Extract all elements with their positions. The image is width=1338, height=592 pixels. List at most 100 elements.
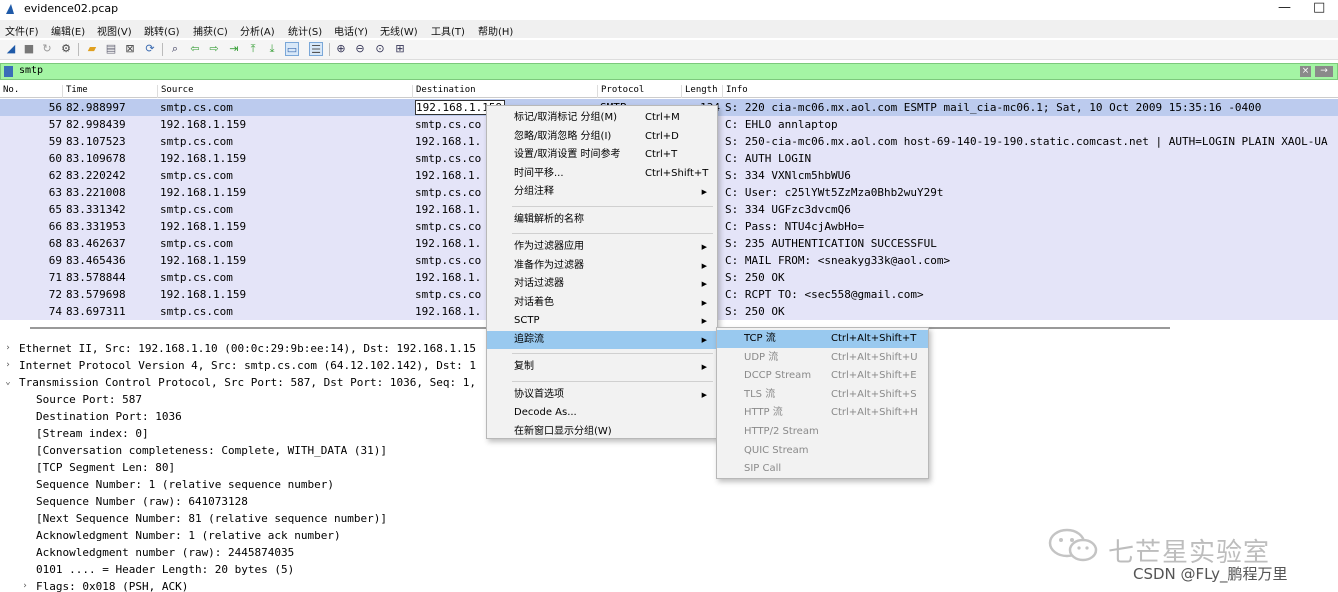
autoscroll-icon[interactable]: ▭ [285,42,299,56]
column-header-no[interactable]: No. [0,85,19,98]
detail-tree-item[interactable]: [Next Sequence Number: 81 (relative sequ… [36,510,387,527]
context-menu-item[interactable]: 追踪流 ▶ [487,330,717,349]
clear-filter-icon[interactable]: × [1300,66,1311,77]
packet-time: 82.988997 [66,101,126,114]
wireshark-logo-icon [6,4,14,14]
options-gear-icon[interactable]: ⚙ [59,42,73,56]
menu-go[interactable]: 跳转(G) [144,23,180,38]
bookmark-icon[interactable] [4,66,13,77]
menu-item-shortcut: Ctrl+Alt+Shift+S [831,388,917,400]
zoom-in-icon[interactable]: ⊕ [334,42,348,56]
context-menu-item[interactable]: 准备作为过滤器 ▶ [487,257,717,275]
maximize-button[interactable]: □ [1313,0,1325,16]
zoom-out-icon[interactable]: ⊖ [353,42,367,56]
forward-arrow-icon[interactable]: ⇨ [207,42,221,56]
stop-icon[interactable]: ■ [22,42,36,56]
context-menu-item[interactable]: 作为过滤器应用 ▶ [487,238,717,256]
context-menu-item[interactable]: 协议首选项 ▶ [487,386,717,404]
detail-tree-item[interactable]: Ethernet II, Src: 192.168.1.10 (00:0c:29… [19,340,476,357]
menu-view[interactable]: 视图(V) [97,23,132,38]
menu-wireless[interactable]: 无线(W) [380,23,418,38]
context-menu-item[interactable]: 对话过滤器 ▶ [487,275,717,293]
minimize-button[interactable]: — [1278,0,1291,16]
last-packet-icon[interactable]: ⤓ [265,42,279,56]
first-packet-icon[interactable]: ⤒ [246,42,260,56]
menu-item-label: QUIC Stream [744,444,809,456]
context-menu-item[interactable]: 编辑解析的名称 [487,211,717,229]
shark-fin-start-icon[interactable]: ◢ [4,42,18,56]
expand-right-icon[interactable]: › [3,360,13,370]
context-menu-item[interactable]: 设置/取消设置 时间参考 Ctrl+T [487,146,717,164]
column-header-destination[interactable]: Destination [412,85,476,98]
detail-tree-item[interactable]: [TCP Segment Len: 80] [36,459,175,476]
detail-tree-item[interactable]: Sequence Number (raw): 641073128 [36,493,248,510]
column-header-protocol[interactable]: Protocol [597,85,644,98]
menu-separator [512,233,713,234]
menu-item-label: 分组注释 [514,186,554,197]
packet-no: 72 [48,288,62,301]
menu-edit[interactable]: 编辑(E) [51,23,85,38]
detail-tree-item[interactable]: Acknowledgment number (raw): 2445874035 [36,544,294,561]
detail-tree-item[interactable]: Source Port: 587 [36,391,142,408]
file-icon[interactable]: ▤ [104,42,118,56]
packet-info: C: User: c25lYWt5ZzMza0Bhb2wuY29t [725,186,944,199]
context-menu-item[interactable]: 在新窗口显示分组(W) [487,423,717,441]
context-menu-item[interactable]: SCTP ▶ [487,312,717,330]
menu-help[interactable]: 帮助(H) [478,23,513,38]
detail-tree-item[interactable]: [Stream index: 0] [36,425,149,442]
menu-item-shortcut: Ctrl+T [645,149,678,160]
submenu-arrow-icon: ▶ [701,335,707,344]
find-icon[interactable]: ⌕ [168,42,182,56]
menu-file[interactable]: 文件(F) [5,23,39,38]
menu-statistics[interactable]: 统计(S) [288,23,322,38]
column-header-length[interactable]: Length [681,85,718,98]
packet-info: S: 235 AUTHENTICATION SUCCESSFUL [725,237,937,250]
reload-icon[interactable]: ⟳ [143,42,157,56]
menu-analyze[interactable]: 分析(A) [240,23,275,38]
context-menu-item[interactable]: 对话着色 ▶ [487,294,717,312]
restart-icon[interactable]: ↻ [40,42,54,56]
menu-capture[interactable]: 捕获(C) [193,23,228,38]
expand-right-icon[interactable]: › [20,581,30,591]
menu-item-label: SIP Call [744,463,782,475]
detail-tree-item[interactable]: [Conversation completeness: Complete, WI… [36,442,387,459]
expand-right-icon[interactable]: › [3,343,13,353]
column-header-source[interactable]: Source [157,85,194,98]
back-arrow-icon[interactable]: ⇦ [188,42,202,56]
normal-size-icon[interactable]: ⊙ [373,42,387,56]
packet-source: smtp.cs.com [160,203,233,216]
detail-tree-item[interactable]: 0101 .... = Header Length: 20 bytes (5) [36,561,294,578]
menu-telephony[interactable]: 电话(Y) [334,23,368,38]
submenu-arrow-icon: ▶ [701,317,707,325]
context-menu-item[interactable]: Decode As... [487,404,717,422]
context-menu-item[interactable]: 时间平移... Ctrl+Shift+T [487,165,717,183]
detail-tree-item[interactable]: Transmission Control Protocol, Src Port:… [19,374,476,391]
display-filter-bar[interactable]: smtp × → [0,63,1338,80]
column-header-time[interactable]: Time [62,85,88,98]
display-filter-input[interactable]: smtp [19,65,43,76]
context-menu-item[interactable]: 复制 ▶ [487,358,717,376]
follow-stream-item[interactable]: TCP 流 Ctrl+Alt+Shift+T [717,330,928,348]
context-menu-item[interactable]: 分组注释 ▶ [487,183,717,201]
packet-no: 65 [48,203,62,216]
detail-tree-item[interactable]: Flags: 0x018 (PSH, ACK) [36,578,188,592]
toolbar-separator [329,43,330,56]
open-folder-icon[interactable]: ▰ [85,42,99,56]
resize-columns-icon[interactable]: ⊞ [393,42,407,56]
column-header-info[interactable]: Info [722,85,748,98]
detail-tree-item[interactable]: Destination Port: 1036 [36,408,182,425]
detail-tree-item[interactable]: Sequence Number: 1 (relative sequence nu… [36,476,334,493]
menu-item-label: 标记/取消标记 分组(M) [514,112,617,123]
expand-down-icon[interactable]: ⌄ [3,377,13,387]
detail-tree-item[interactable]: Acknowledgment Number: 1 (relative ack n… [36,527,341,544]
go-to-packet-icon[interactable]: ⇥ [227,42,241,56]
apply-filter-icon[interactable]: → [1315,66,1333,77]
context-menu-item[interactable]: 忽略/取消忽略 分组(I) Ctrl+D [487,128,717,146]
menu-tools[interactable]: 工具(T) [431,23,465,38]
colorize-icon[interactable]: ☰ [309,42,323,56]
packet-info: C: EHLO annlaptop [725,118,838,131]
detail-tree-item[interactable]: Internet Protocol Version 4, Src: smtp.c… [19,357,476,374]
close-file-icon[interactable]: ⊠ [123,42,137,56]
watermark-credit: CSDN @FLy_鹏程万里 [1133,565,1288,583]
context-menu-item[interactable]: 标记/取消标记 分组(M) Ctrl+M [487,109,717,127]
